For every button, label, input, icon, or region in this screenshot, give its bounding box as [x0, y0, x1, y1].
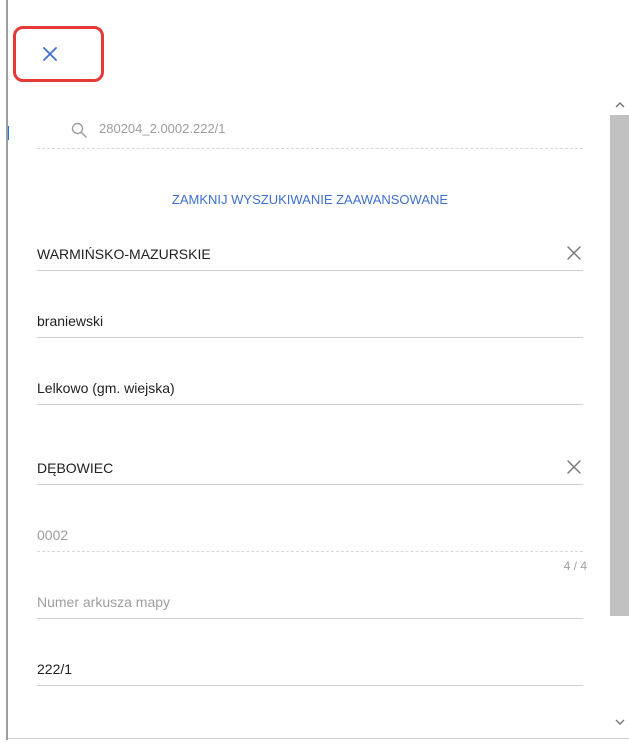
- county-value: braniewski: [37, 313, 104, 329]
- scrollbar[interactable]: [610, 96, 629, 732]
- character-counter: 4 / 4: [563, 559, 587, 573]
- precinct-value: DĘBOWIEC: [37, 460, 114, 476]
- precinct-number-value: 0002: [37, 527, 69, 543]
- search-value: 280204_2.0002.222/1: [99, 121, 226, 136]
- voivodeship-field[interactable]: WARMIŃSKO-MAZURSKIE: [37, 238, 583, 271]
- close-icon: [42, 47, 57, 61]
- voivodeship-value: WARMIŃSKO-MAZURSKIE: [37, 246, 211, 262]
- clear-precinct-icon[interactable]: [565, 458, 583, 476]
- map-sheet-placeholder: Numer arkusza mapy: [37, 594, 171, 610]
- chevron-down-icon: [615, 719, 624, 725]
- parcel-number-field[interactable]: 222/1: [37, 653, 583, 686]
- search-icon: [71, 122, 87, 138]
- commune-field[interactable]: Lelkowo (gm. wiejska): [37, 372, 583, 405]
- commune-value: Lelkowo (gm. wiejska): [37, 380, 175, 396]
- precinct-field[interactable]: DĘBOWIEC: [37, 452, 583, 485]
- county-field[interactable]: braniewski: [37, 305, 583, 338]
- close-button[interactable]: [13, 26, 104, 82]
- close-advanced-search-link[interactable]: ZAMKNIJ WYSZUKIWANIE ZAAWANSOWANE: [37, 192, 583, 207]
- scroll-down-button[interactable]: [610, 714, 629, 730]
- panel-bottom-divider: [8, 738, 629, 739]
- search-field[interactable]: 280204_2.0002.222/1: [37, 112, 583, 149]
- parcel-number-value: 222/1: [37, 661, 73, 677]
- clear-voivodeship-icon[interactable]: [565, 244, 583, 262]
- map-sheet-field[interactable]: Numer arkusza mapy: [37, 586, 583, 619]
- scroll-track[interactable]: [610, 114, 629, 712]
- scroll-up-button[interactable]: [610, 96, 629, 112]
- scroll-thumb[interactable]: [610, 115, 629, 616]
- precinct-number-field[interactable]: 0002: [37, 519, 583, 552]
- chevron-up-icon: [615, 101, 624, 107]
